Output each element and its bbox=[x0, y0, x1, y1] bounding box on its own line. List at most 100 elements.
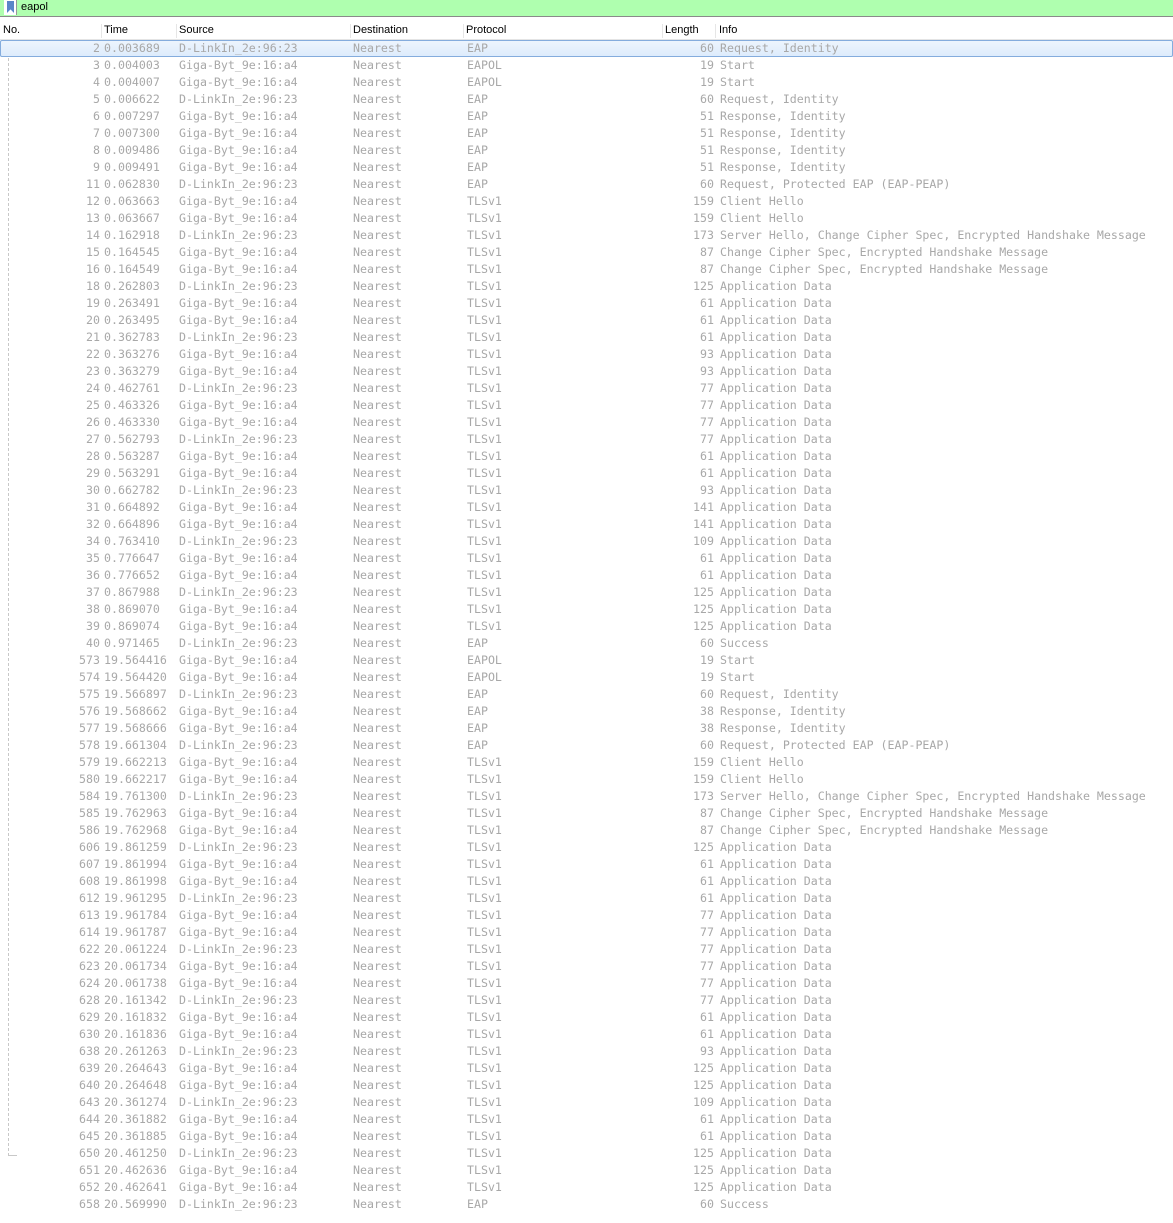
packet-row[interactable]: 629 20.161832 Giga-Byt_9e:16:a4 Nearest TLSv… bbox=[0, 1009, 1173, 1026]
packet-row[interactable]: 25 0.463326 Giga-Byt_9e:16:a4 Nearest TLSv1 7… bbox=[0, 397, 1173, 414]
packet-row[interactable]: 36 0.776652 Giga-Byt_9e:16:a4 Nearest TLSv1 6… bbox=[0, 567, 1173, 584]
packet-row[interactable]: 645 20.361885 Giga-Byt_9e:16:a4 Nearest TLSv… bbox=[0, 1128, 1173, 1145]
packet-time: 0.463330 bbox=[104, 415, 160, 429]
packet-row[interactable]: 12 0.063663 Giga-Byt_9e:16:a4 Nearest TLSv1 1… bbox=[0, 193, 1173, 210]
packet-number: 628 bbox=[79, 993, 100, 1007]
packet-row[interactable]: 14 0.162918 D-LinkIn_2e:96:23 Nearest TLSv1 1… bbox=[0, 227, 1173, 244]
packet-row[interactable]: 28 0.563287 Giga-Byt_9e:16:a4 Nearest TLSv1 6… bbox=[0, 448, 1173, 465]
packet-row[interactable]: 19 0.263491 Giga-Byt_9e:16:a4 Nearest TLSv1 6… bbox=[0, 295, 1173, 312]
packet-row[interactable]: 8 0.009486 Giga-Byt_9e:16:a4 Nearest EAP 51 Re… bbox=[0, 142, 1173, 159]
packet-row[interactable]: 29 0.563291 Giga-Byt_9e:16:a4 Nearest TLSv1 6… bbox=[0, 465, 1173, 482]
packet-row[interactable]: 4 0.004007 Giga-Byt_9e:16:a4 Nearest EAPOL 19… bbox=[0, 74, 1173, 91]
packet-row[interactable]: 640 20.264648 Giga-Byt_9e:16:a4 Nearest TLSv… bbox=[0, 1077, 1173, 1094]
column-header-protocol[interactable]: Protocol bbox=[463, 24, 663, 38]
packet-row[interactable]: 24 0.462761 D-LinkIn_2e:96:23 Nearest TLSv1 7… bbox=[0, 380, 1173, 397]
packet-time: 20.264643 bbox=[104, 1061, 167, 1075]
packet-row[interactable]: 586 19.762968 Giga-Byt_9e:16:a4 Nearest TLSv… bbox=[0, 822, 1173, 839]
packet-row[interactable]: 34 0.763410 D-LinkIn_2e:96:23 Nearest TLSv1 1… bbox=[0, 533, 1173, 550]
packet-row[interactable]: 11 0.062830 D-LinkIn_2e:96:23 Nearest EAP 60 R… bbox=[0, 176, 1173, 193]
packet-row[interactable]: 658 20.569990 D-LinkIn_2e:96:23 Nearest EAP 6… bbox=[0, 1196, 1173, 1213]
packet-row[interactable]: 622 20.061224 D-LinkIn_2e:96:23 Nearest TLSv… bbox=[0, 941, 1173, 958]
packet-row[interactable]: 639 20.264643 Giga-Byt_9e:16:a4 Nearest TLSv… bbox=[0, 1060, 1173, 1077]
packet-number: 658 bbox=[79, 1197, 100, 1211]
packet-source: Giga-Byt_9e:16:a4 bbox=[179, 959, 298, 973]
display-filter-input[interactable] bbox=[21, 1, 1121, 13]
packet-row[interactable]: 650 20.461250 D-LinkIn_2e:96:23 Nearest TLSv… bbox=[0, 1145, 1173, 1162]
packet-row[interactable]: 623 20.061734 Giga-Byt_9e:16:a4 Nearest TLSv… bbox=[0, 958, 1173, 975]
packet-row[interactable]: 31 0.664892 Giga-Byt_9e:16:a4 Nearest TLSv1 1… bbox=[0, 499, 1173, 516]
packet-row[interactable]: 579 19.662213 Giga-Byt_9e:16:a4 Nearest TLSv… bbox=[0, 754, 1173, 771]
column-header-info[interactable]: Info bbox=[716, 24, 1169, 38]
packet-row[interactable]: 652 20.462641 Giga-Byt_9e:16:a4 Nearest TLSv… bbox=[0, 1179, 1173, 1196]
packet-row[interactable]: 638 20.261263 D-LinkIn_2e:96:23 Nearest TLSv… bbox=[0, 1043, 1173, 1060]
packet-row[interactable]: 13 0.063667 Giga-Byt_9e:16:a4 Nearest TLSv1 1… bbox=[0, 210, 1173, 227]
packet-row[interactable]: 628 20.161342 D-LinkIn_2e:96:23 Nearest TLSv… bbox=[0, 992, 1173, 1009]
packet-number: 630 bbox=[79, 1027, 100, 1041]
packet-destination: Nearest bbox=[353, 636, 402, 650]
packet-row[interactable]: 27 0.562793 D-LinkIn_2e:96:23 Nearest TLSv1 7… bbox=[0, 431, 1173, 448]
packet-source: Giga-Byt_9e:16:a4 bbox=[179, 823, 298, 837]
packet-destination: Nearest bbox=[353, 177, 402, 191]
column-header-no[interactable]: No. bbox=[0, 24, 102, 38]
packet-row[interactable]: 607 19.861994 Giga-Byt_9e:16:a4 Nearest TLSv… bbox=[0, 856, 1173, 873]
packet-row[interactable]: 40 0.971465 D-LinkIn_2e:96:23 Nearest EAP 60 S… bbox=[0, 635, 1173, 652]
packet-row[interactable]: 26 0.463330 Giga-Byt_9e:16:a4 Nearest TLSv1 7… bbox=[0, 414, 1173, 431]
packet-row[interactable]: 3 0.004003 Giga-Byt_9e:16:a4 Nearest EAPOL 19… bbox=[0, 57, 1173, 74]
column-header-time[interactable]: Time bbox=[101, 24, 177, 38]
column-header-source[interactable]: Source bbox=[176, 24, 351, 38]
packet-row[interactable]: 606 19.861259 D-LinkIn_2e:96:23 Nearest TLSv… bbox=[0, 839, 1173, 856]
packet-row[interactable]: 585 19.762963 Giga-Byt_9e:16:a4 Nearest TLSv… bbox=[0, 805, 1173, 822]
packet-info: Start bbox=[720, 670, 755, 684]
packet-row[interactable]: 574 19.564420 Giga-Byt_9e:16:a4 Nearest EAPO… bbox=[0, 669, 1173, 686]
packet-row[interactable]: 575 19.566897 D-LinkIn_2e:96:23 Nearest EAP 6… bbox=[0, 686, 1173, 703]
packet-destination: Nearest bbox=[353, 959, 402, 973]
packet-source: D-LinkIn_2e:96:23 bbox=[179, 381, 298, 395]
packet-row[interactable]: 6 0.007297 Giga-Byt_9e:16:a4 Nearest EAP 51 Re… bbox=[0, 108, 1173, 125]
packet-time: 20.061738 bbox=[104, 976, 167, 990]
packet-row[interactable]: 578 19.661304 D-LinkIn_2e:96:23 Nearest EAP 6… bbox=[0, 737, 1173, 754]
packet-row[interactable]: 612 19.961295 D-LinkIn_2e:96:23 Nearest TLSv… bbox=[0, 890, 1173, 907]
packet-row-selected[interactable]: 2 0.003689 D-LinkIn_2e:96:23 Nearest EAP 60 Re… bbox=[0, 40, 1173, 57]
packet-row[interactable]: 580 19.662217 Giga-Byt_9e:16:a4 Nearest TLSv… bbox=[0, 771, 1173, 788]
packet-row[interactable]: 584 19.761300 D-LinkIn_2e:96:23 Nearest TLSv… bbox=[0, 788, 1173, 805]
packet-row[interactable]: 624 20.061738 Giga-Byt_9e:16:a4 Nearest TLSv… bbox=[0, 975, 1173, 992]
packet-row[interactable]: 15 0.164545 Giga-Byt_9e:16:a4 Nearest TLSv1 8… bbox=[0, 244, 1173, 261]
packet-row[interactable]: 7 0.007300 Giga-Byt_9e:16:a4 Nearest EAP 51 Re… bbox=[0, 125, 1173, 142]
packet-row[interactable]: 643 20.361274 D-LinkIn_2e:96:23 Nearest TLSv… bbox=[0, 1094, 1173, 1111]
packet-row[interactable]: 651 20.462636 Giga-Byt_9e:16:a4 Nearest TLSv… bbox=[0, 1162, 1173, 1179]
packet-row[interactable]: 5 0.006622 D-LinkIn_2e:96:23 Nearest EAP 60 Re… bbox=[0, 91, 1173, 108]
packet-row[interactable]: 30 0.662782 D-LinkIn_2e:96:23 Nearest TLSv1 9… bbox=[0, 482, 1173, 499]
packet-row[interactable]: 23 0.363279 Giga-Byt_9e:16:a4 Nearest TLSv1 9… bbox=[0, 363, 1173, 380]
packet-source: D-LinkIn_2e:96:23 bbox=[179, 483, 298, 497]
packet-row[interactable]: 32 0.664896 Giga-Byt_9e:16:a4 Nearest TLSv1 1… bbox=[0, 516, 1173, 533]
packet-row[interactable]: 37 0.867988 D-LinkIn_2e:96:23 Nearest TLSv1 1… bbox=[0, 584, 1173, 601]
packet-protocol: TLSv1 bbox=[467, 483, 502, 497]
packet-row[interactable]: 630 20.161836 Giga-Byt_9e:16:a4 Nearest TLSv… bbox=[0, 1026, 1173, 1043]
packet-destination: Nearest bbox=[353, 551, 402, 565]
packet-row[interactable]: 613 19.961784 Giga-Byt_9e:16:a4 Nearest TLSv… bbox=[0, 907, 1173, 924]
packet-row[interactable]: 18 0.262803 D-LinkIn_2e:96:23 Nearest TLSv1 1… bbox=[0, 278, 1173, 295]
packet-time: 20.361274 bbox=[104, 1095, 167, 1109]
packet-row[interactable]: 39 0.869074 Giga-Byt_9e:16:a4 Nearest TLSv1 1… bbox=[0, 618, 1173, 635]
packet-time: 0.009486 bbox=[104, 143, 160, 157]
packet-row[interactable]: 22 0.363276 Giga-Byt_9e:16:a4 Nearest TLSv1 9… bbox=[0, 346, 1173, 363]
packet-length: 61 bbox=[700, 891, 714, 905]
packet-row[interactable]: 573 19.564416 Giga-Byt_9e:16:a4 Nearest EAPO… bbox=[0, 652, 1173, 669]
packet-row[interactable]: 38 0.869070 Giga-Byt_9e:16:a4 Nearest TLSv1 1… bbox=[0, 601, 1173, 618]
packet-row[interactable]: 608 19.861998 Giga-Byt_9e:16:a4 Nearest TLSv… bbox=[0, 873, 1173, 890]
packet-row[interactable]: 20 0.263495 Giga-Byt_9e:16:a4 Nearest TLSv1 6… bbox=[0, 312, 1173, 329]
packet-length: 87 bbox=[700, 823, 714, 837]
packet-destination: Nearest bbox=[353, 262, 402, 276]
packet-row[interactable]: 35 0.776647 Giga-Byt_9e:16:a4 Nearest TLSv1 6… bbox=[0, 550, 1173, 567]
filter-bookmark-button[interactable] bbox=[4, 0, 17, 15]
packet-row[interactable]: 21 0.362783 D-LinkIn_2e:96:23 Nearest TLSv1 6… bbox=[0, 329, 1173, 346]
packet-row[interactable]: 577 19.568666 Giga-Byt_9e:16:a4 Nearest EAP 3… bbox=[0, 720, 1173, 737]
packet-length: 109 bbox=[693, 534, 714, 548]
packet-row[interactable]: 614 19.961787 Giga-Byt_9e:16:a4 Nearest TLSv… bbox=[0, 924, 1173, 941]
packet-row[interactable]: 16 0.164549 Giga-Byt_9e:16:a4 Nearest TLSv1 8… bbox=[0, 261, 1173, 278]
packet-row[interactable]: 644 20.361882 Giga-Byt_9e:16:a4 Nearest TLSv… bbox=[0, 1111, 1173, 1128]
packet-row[interactable]: 576 19.568662 Giga-Byt_9e:16:a4 Nearest EAP 3… bbox=[0, 703, 1173, 720]
column-header-length[interactable]: Length bbox=[662, 24, 716, 38]
column-header-destination[interactable]: Destination bbox=[350, 24, 464, 38]
packet-row[interactable]: 9 0.009491 Giga-Byt_9e:16:a4 Nearest EAP 51 Re… bbox=[0, 159, 1173, 176]
